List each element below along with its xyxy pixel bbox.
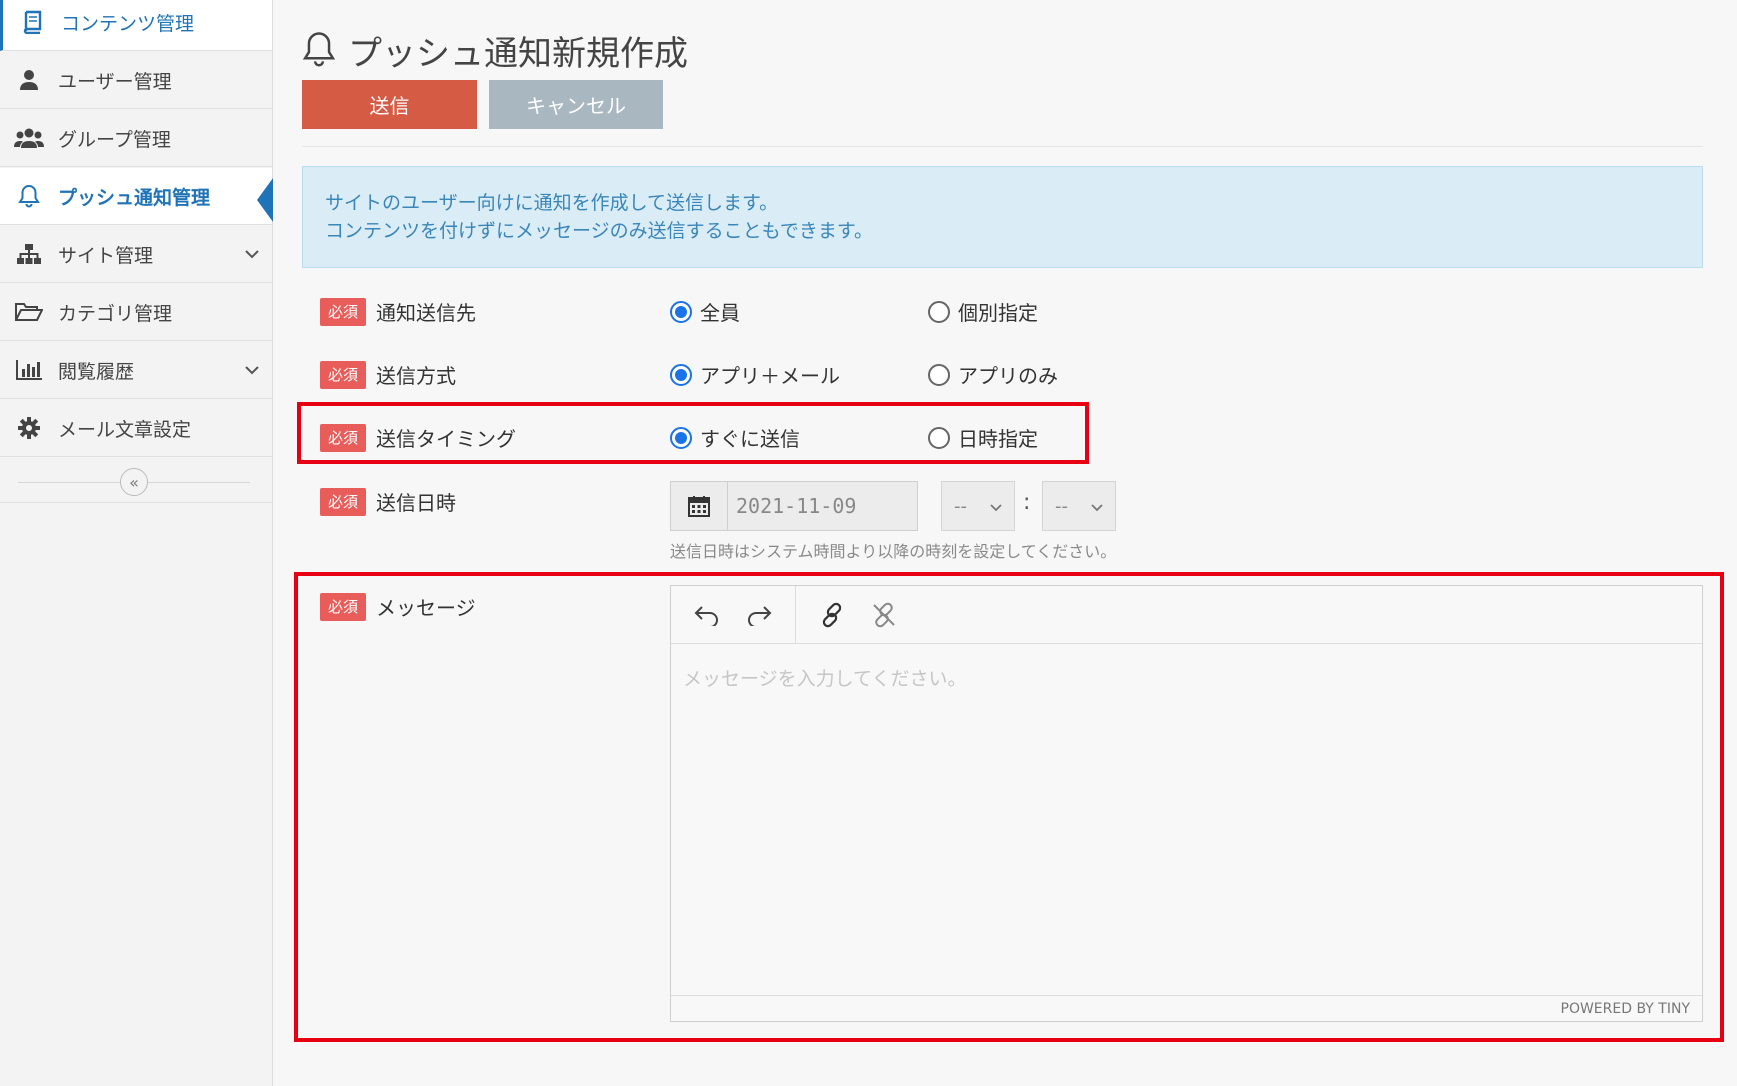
field-label: 通知送信先 [376, 301, 476, 325]
chevron-down-icon [232, 365, 272, 375]
field-label: 送信方式 [376, 364, 456, 388]
sidebar-item-label: プッシュ通知管理 [58, 186, 211, 209]
sidebar-item-label: サイト管理 [58, 244, 154, 267]
book-icon [3, 10, 61, 34]
radio-button[interactable] [928, 363, 950, 386]
sidebar-item-label: コンテンツ管理 [61, 12, 195, 35]
hour-select[interactable]: -- [941, 481, 1015, 531]
radio-recipient-all[interactable]: 全員 [670, 297, 740, 326]
info-line: コンテンツを付けずにメッセージのみ送信することもできます。 [325, 220, 873, 242]
hour-select-value: -- [954, 495, 967, 517]
folder-open-icon [0, 302, 58, 322]
sitemap-icon [0, 243, 58, 265]
page-title: プッシュ通知新規作成 [348, 34, 688, 74]
required-badge: 必須 [320, 297, 366, 326]
bar-chart-icon [0, 359, 58, 381]
sidebar-item-label: グループ管理 [58, 128, 171, 151]
field-label: 送信日時 [376, 491, 456, 515]
sidebar-item-label: ユーザー管理 [58, 70, 172, 93]
radio-recipient-individual[interactable]: 個別指定 [928, 297, 1038, 326]
cancel-button[interactable]: キャンセル [489, 80, 663, 129]
bell-icon [302, 30, 336, 72]
chevron-down-icon [1091, 496, 1103, 517]
minute-select[interactable]: -- [1042, 481, 1116, 531]
required-badge: 必須 [320, 487, 366, 516]
chevron-down-icon [232, 249, 272, 259]
sidebar-item-site[interactable]: サイト管理 [0, 226, 272, 283]
date-input[interactable]: 2021-11-09 [728, 482, 917, 530]
sidebar-item-history[interactable]: 閲覧履歴 [0, 342, 272, 399]
radio-method-app-mail[interactable]: アプリ＋メール [670, 360, 840, 389]
radio-label: 全員 [700, 301, 740, 325]
datetime-label: 必須 送信日時 [320, 487, 456, 516]
sidebar-item-mail-settings[interactable]: メール文章設定 [0, 400, 272, 457]
radio-button[interactable] [670, 363, 692, 386]
sidebar-item-label: メール文章設定 [58, 418, 192, 441]
sidebar-item-category[interactable]: カテゴリ管理 [0, 284, 272, 341]
active-indicator [257, 178, 273, 222]
date-picker[interactable]: 2021-11-09 [670, 481, 918, 531]
radio-label: 個別指定 [958, 301, 1038, 325]
info-alert: サイトのユーザー向けに通知を作成して送信します。 コンテンツを付けずにメッセージ… [302, 166, 1703, 268]
time-separator: : [1023, 490, 1031, 515]
minute-select-value: -- [1055, 495, 1068, 517]
highlight-box-message [294, 572, 1724, 1042]
chevron-down-icon [990, 496, 1002, 517]
required-badge: 必須 [320, 360, 366, 389]
radio-button[interactable] [670, 300, 692, 323]
calendar-icon[interactable] [671, 482, 728, 530]
sidebar-item-content[interactable]: コンテンツ管理 [0, 0, 272, 51]
divider [302, 146, 1703, 147]
sidebar-collapse-row: « [0, 463, 272, 503]
radio-label: アプリ＋メール [700, 364, 840, 388]
info-line: サイトのユーザー向けに通知を作成して送信します。 [325, 192, 779, 214]
gear-icon [0, 417, 58, 439]
send-button[interactable]: 送信 [302, 80, 477, 129]
sidebar-item-users[interactable]: ユーザー管理 [0, 52, 272, 109]
radio-label: アプリのみ [958, 364, 1058, 388]
users-icon [0, 127, 58, 149]
datetime-hint: 送信日時はシステム時間より以降の時刻を設定してください。 [670, 542, 1117, 561]
page-header: プッシュ通知新規作成 [302, 26, 688, 75]
radio-button[interactable] [928, 300, 950, 323]
bell-icon [0, 184, 58, 208]
user-icon [0, 69, 58, 91]
radio-method-app-only[interactable]: アプリのみ [928, 360, 1058, 389]
method-label: 必須 送信方式 [320, 360, 456, 389]
sidebar: コンテンツ管理 ユーザー管理 グループ管理 プッシュ通知管理 サイト管理 カテゴ… [0, 0, 273, 1086]
sidebar-item-groups[interactable]: グループ管理 [0, 110, 272, 167]
collapse-sidebar-button[interactable]: « [120, 468, 148, 496]
sidebar-item-push[interactable]: プッシュ通知管理 [0, 168, 272, 225]
sidebar-item-label: カテゴリ管理 [58, 302, 173, 325]
sidebar-item-label: 閲覧履歴 [58, 360, 135, 383]
highlight-box-timing [297, 402, 1089, 464]
recipient-label: 必須 通知送信先 [320, 297, 476, 326]
